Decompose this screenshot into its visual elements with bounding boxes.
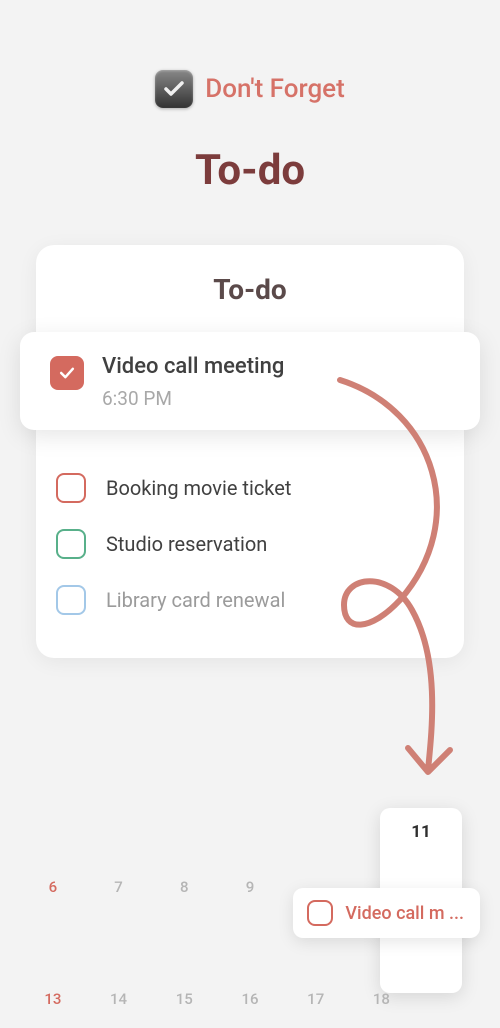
todo-label: Booking movie ticket [106, 476, 291, 500]
todo-card: To-do Video call meeting 6:30 PM Booking… [36, 245, 464, 658]
checkmark-icon [57, 363, 77, 383]
checkbox-empty[interactable] [307, 900, 333, 926]
page-title: To-do [0, 146, 500, 195]
calendar-day[interactable]: 9 [217, 876, 283, 898]
calendar-day[interactable]: 6 [20, 876, 86, 898]
todo-item[interactable]: Studio reservation [56, 516, 444, 572]
calendar-area: 11 6 7 8 9 Video call m ... 13 14 15 16 … [0, 788, 500, 1028]
todo-item[interactable]: Library card renewal [56, 572, 444, 628]
checkbox-empty[interactable] [56, 585, 86, 615]
calendar-day[interactable]: 7 [86, 876, 152, 898]
calendar-row: 13 14 15 16 17 18 [20, 988, 480, 1010]
todo-label: Video call meeting [102, 354, 450, 379]
checkbox-empty[interactable] [56, 473, 86, 503]
checkmark-icon [162, 77, 186, 101]
calendar-event-chip[interactable]: Video call m ... [293, 888, 480, 938]
app-logo-icon [155, 70, 193, 108]
calendar-day[interactable]: 16 [217, 988, 283, 1010]
todo-content: Video call meeting 6:30 PM [102, 354, 450, 410]
todo-label: Library card renewal [106, 588, 285, 612]
calendar-day[interactable]: 17 [283, 988, 349, 1010]
calendar-day[interactable]: 15 [151, 988, 217, 1010]
calendar-day[interactable]: 13 [20, 988, 86, 1010]
todo-item[interactable]: Booking movie ticket [56, 460, 444, 516]
checkbox-empty[interactable] [56, 529, 86, 559]
app-name: Don't Forget [205, 74, 345, 104]
calendar-day-number: 11 [380, 822, 462, 842]
todo-time: 6:30 PM [102, 387, 450, 410]
calendar-event-label: Video call m ... [345, 903, 464, 924]
calendar-day[interactable]: 18 [349, 988, 415, 1010]
app-header: Don't Forget [0, 0, 500, 108]
todo-label: Studio reservation [106, 532, 267, 556]
calendar-day[interactable]: 8 [151, 876, 217, 898]
todo-list: Booking movie ticket Studio reservation … [36, 460, 464, 628]
todo-item-highlighted[interactable]: Video call meeting 6:30 PM [20, 332, 480, 430]
card-title: To-do [36, 245, 464, 332]
calendar-day[interactable]: 14 [86, 988, 152, 1010]
checkbox-checked[interactable] [50, 356, 84, 390]
